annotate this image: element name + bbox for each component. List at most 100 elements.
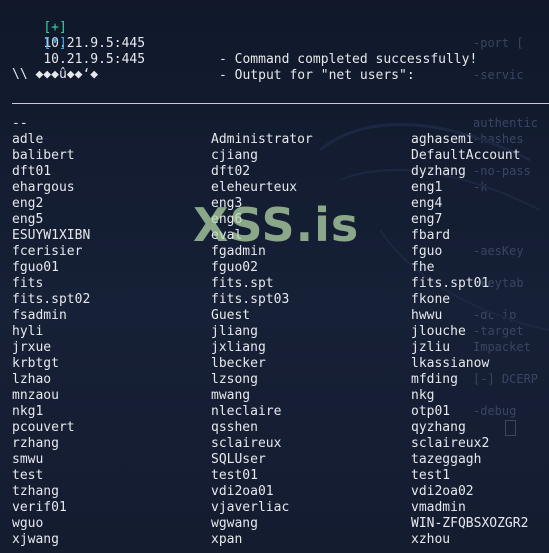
- user-account-name: lzhao: [12, 372, 52, 387]
- user-account-name: fits.spt03: [211, 292, 290, 307]
- user-account-name: otp01: [411, 404, 451, 419]
- user-account-name: fgadmin: [211, 244, 266, 259]
- user-account-name: sclaireux: [211, 436, 282, 451]
- user-account-name: fsadmin: [12, 308, 67, 323]
- user-account-name: eng3: [211, 196, 243, 211]
- terminal-window[interactable]: -port [ -servic authentic -hashes -no-pass -k…: [0, 0, 549, 553]
- user-account-name: eng2: [12, 196, 44, 211]
- user-account-name: vdi2oa01: [211, 484, 274, 499]
- status-line-success: [+] 10.21.9.5:445 - Command completed su…: [12, 4, 477, 67]
- user-account-name: nkg1: [12, 404, 44, 419]
- user-account-name: xzhou: [411, 532, 451, 547]
- user-account-name: ehargous: [12, 180, 75, 195]
- user-account-name: dft01: [12, 164, 52, 179]
- user-account-name: WIN-ZFQBSXOZGR2: [411, 516, 529, 531]
- user-account-name: rzhang: [12, 436, 59, 451]
- background-text-line: -debug: [473, 404, 517, 418]
- user-account-name: fhe: [411, 260, 435, 275]
- user-account-name: jxliang: [211, 340, 266, 355]
- separator-line: [12, 103, 549, 104]
- status-message: - Output for "net users":: [219, 68, 415, 83]
- user-account-name: qsshen: [211, 420, 258, 435]
- user-account-name: SQLUser: [211, 452, 266, 467]
- user-account-name: fguo: [411, 244, 443, 259]
- background-text-line: -hashes: [473, 132, 524, 146]
- background-text-line: -port [: [473, 36, 524, 50]
- info-tag: [*]: [43, 36, 67, 51]
- user-account-name: mnzaou: [12, 388, 59, 403]
- background-text-line: -k: [473, 180, 488, 194]
- user-account-name: balibert: [12, 148, 75, 163]
- user-account-name: jzliu: [411, 340, 451, 355]
- user-account-name: mwang: [211, 388, 251, 403]
- background-text-line: Impacket: [473, 340, 531, 354]
- user-account-name: fits: [12, 276, 44, 291]
- user-account-name: jliang: [211, 324, 258, 339]
- user-account-name: xjwang: [12, 532, 59, 547]
- user-account-name: fbard: [411, 228, 451, 243]
- user-account-name: verif01: [12, 500, 67, 515]
- background-text-line: authentic: [473, 116, 539, 130]
- user-account-name: dyzhang: [411, 164, 466, 179]
- background-text-line: -aesKey: [473, 244, 524, 258]
- background-text-line: [-] DCERP: [473, 372, 539, 386]
- status-line-info: [*] 10.21.9.5:445 - Output for "net user…: [12, 20, 414, 83]
- user-account-name: krbtgt: [12, 356, 59, 371]
- user-account-name: wguo: [12, 516, 44, 531]
- user-account-name: fits.spt: [211, 276, 274, 291]
- user-account-name: eval: [211, 228, 243, 243]
- user-account-name: fcerisier: [12, 244, 83, 259]
- garbled-output-header: \\ ◆◆◆û◆◆‘◆: [12, 67, 99, 82]
- user-account-name: vdi2oa02: [411, 484, 474, 499]
- user-account-name: tzhang: [12, 484, 59, 499]
- background-text-line: -no-pass: [473, 164, 531, 178]
- user-account-name: fits.spt01: [411, 276, 490, 291]
- user-account-name: fguo01: [12, 260, 59, 275]
- user-account-name: eng4: [411, 196, 443, 211]
- user-account-name: test01: [211, 468, 258, 483]
- background-text-line: -servic: [473, 68, 524, 82]
- user-account-name: eng1: [411, 180, 443, 195]
- user-account-name: Guest: [211, 308, 251, 323]
- user-account-name: nleclaire: [211, 404, 282, 419]
- user-account-name: adle: [12, 132, 44, 147]
- user-account-name: aghasemi: [411, 132, 474, 147]
- user-account-name: lkassianow: [411, 356, 490, 371]
- background-text-line: -dc-ip: [473, 308, 517, 322]
- user-account-name: dft02: [211, 164, 251, 179]
- user-account-name: qyzhang: [411, 420, 466, 435]
- terminal-cursor: [505, 420, 516, 436]
- user-account-name: tazeggagh: [411, 452, 482, 467]
- user-account-name: nkg: [411, 388, 435, 403]
- user-account-name: ESUYW1XIBN: [12, 228, 91, 243]
- user-account-name: mfding: [411, 372, 458, 387]
- user-account-name: hyli: [12, 324, 44, 339]
- user-account-name: hwwu: [411, 308, 443, 323]
- user-account-name: cjiang: [211, 148, 258, 163]
- user-account-name: eleheurteux: [211, 180, 298, 195]
- user-account-name: DefaultAccount: [411, 148, 521, 163]
- user-account-name: smwu: [12, 452, 44, 467]
- user-account-name: fkone: [411, 292, 451, 307]
- user-account-name: fits.spt02: [12, 292, 91, 307]
- dashes-line: --: [12, 116, 28, 131]
- user-account-name: test: [12, 468, 44, 483]
- user-account-name: jrxue: [12, 340, 52, 355]
- user-account-name: Administrator: [211, 132, 313, 147]
- user-account-name: lzsong: [211, 372, 258, 387]
- user-account-name: pcouvert: [12, 420, 75, 435]
- user-account-name: eng5: [12, 212, 44, 227]
- user-account-name: eng6: [211, 212, 243, 227]
- host-address: 10.21.9.5:445: [43, 52, 146, 67]
- user-account-name: jlouche: [411, 324, 466, 339]
- user-account-name: wgwang: [211, 516, 258, 531]
- user-account-name: xpan: [211, 532, 243, 547]
- status-message: - Command completed successfully!: [219, 52, 478, 67]
- user-account-name: fguo02: [211, 260, 258, 275]
- user-account-name: vmadmin: [411, 500, 466, 515]
- user-account-name: vjaverliac: [211, 500, 290, 515]
- user-account-name: test1: [411, 468, 451, 483]
- background-text-line: -target: [473, 324, 524, 338]
- user-account-name: eng7: [411, 212, 443, 227]
- user-account-name: lbecker: [211, 356, 266, 371]
